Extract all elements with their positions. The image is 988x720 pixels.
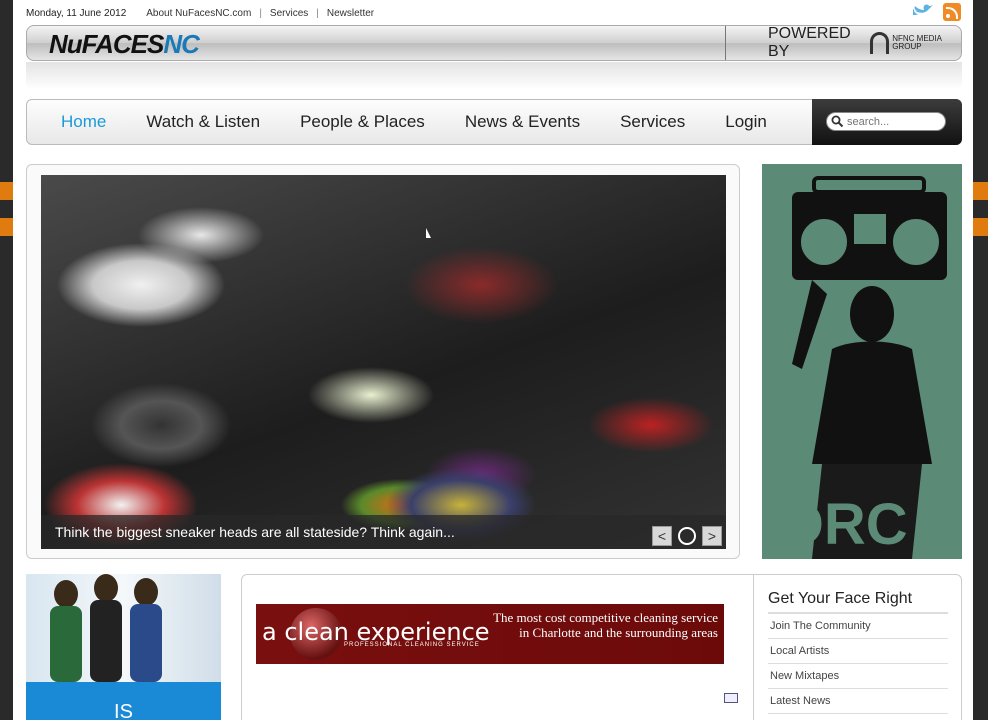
nav-login[interactable]: Login [725, 112, 767, 132]
banner-subtitle: PROFESSIONAL CLEANING SERVICE [344, 642, 480, 648]
newsletter-link[interactable]: Newsletter [327, 8, 374, 19]
separator: | [316, 7, 319, 19]
nfnc-logo[interactable]: NFNC MEDIA GROUP [869, 32, 961, 54]
slider-next-button[interactable]: > [702, 526, 722, 546]
site-logo[interactable]: NuFACESNC [49, 29, 200, 60]
slider-pager-dot[interactable] [678, 527, 696, 545]
nav-people-places[interactable]: People & Places [300, 112, 425, 132]
nfnc-group-name: NFNC MEDIA GROUP [892, 34, 942, 51]
promo-label: IS [26, 682, 221, 720]
nav-news-events[interactable]: News & Events [465, 112, 580, 132]
sidebar-link-join-community[interactable]: Join The Community [768, 614, 948, 639]
sidebar-links: Get Your Face Right Join The Community L… [753, 575, 961, 720]
promo-photo [26, 574, 221, 682]
top-bar: Monday, 11 June 2012 About NuFacesNC.com… [26, 6, 374, 20]
sidebar-link-latest-news[interactable]: Latest News [768, 689, 948, 714]
cleaning-service-banner[interactable]: a clean experience PROFESSIONAL CLEANING… [256, 604, 724, 664]
social-icons [911, 3, 961, 21]
svg-text:DRC: DRC [782, 492, 908, 557]
sidebar-title: Get Your Face Right [768, 590, 948, 614]
content-box: a clean experience PROFESSIONAL CLEANING… [241, 574, 962, 720]
current-date: Monday, 11 June 2012 [26, 7, 127, 19]
search-box [812, 99, 962, 145]
banner-tagline: The most cost competitive cleaning servi… [493, 610, 718, 640]
promo-panel[interactable]: IS [26, 574, 221, 720]
about-link[interactable]: About NuFacesNC.com [146, 8, 251, 19]
page-container: Monday, 11 June 2012 About NuFacesNC.com… [13, 0, 973, 720]
header-reflection [26, 62, 962, 90]
slide-caption: Think the biggest sneaker heads are all … [41, 515, 726, 549]
logo-main: NuFACES [49, 29, 164, 59]
slider-prev-button[interactable]: < [652, 526, 672, 546]
email-icon[interactable] [724, 693, 738, 703]
separator: | [259, 7, 262, 19]
main-nav: Home Watch & Listen People & Places News… [26, 99, 962, 145]
powered-by: POWERED BY NFNC MEDIA GROUP [725, 25, 961, 60]
nav-home[interactable]: Home [61, 112, 106, 132]
boombox-figure-image: DRC [782, 176, 947, 559]
nav-services[interactable]: Services [620, 112, 685, 132]
site-header: NuFACESNC POWERED BY NFNC MEDIA GROUP [26, 25, 962, 61]
search-input[interactable] [826, 112, 946, 131]
services-link[interactable]: Services [270, 8, 308, 19]
slide-image[interactable]: Think the biggest sneaker heads are all … [41, 175, 726, 549]
boombox-advertisement[interactable]: DRC [762, 164, 962, 559]
search-icon [831, 115, 844, 128]
powered-by-label: POWERED BY [768, 25, 851, 60]
nfnc-mark-icon [869, 32, 890, 54]
twitter-icon[interactable] [911, 3, 935, 21]
logo-accent: NC [163, 29, 200, 59]
mouse-cursor-icon [426, 228, 431, 238]
rss-icon[interactable] [943, 3, 961, 21]
sidebar-link-local-artists[interactable]: Local Artists [768, 639, 948, 664]
slide-caption-text[interactable]: Think the biggest sneaker heads are all … [55, 524, 455, 540]
sidebar-link-new-mixtapes[interactable]: New Mixtapes [768, 664, 948, 689]
slider-controls: < > [652, 526, 722, 546]
nav-watch-listen[interactable]: Watch & Listen [146, 112, 260, 132]
featured-slider: Think the biggest sneaker heads are all … [26, 164, 740, 559]
